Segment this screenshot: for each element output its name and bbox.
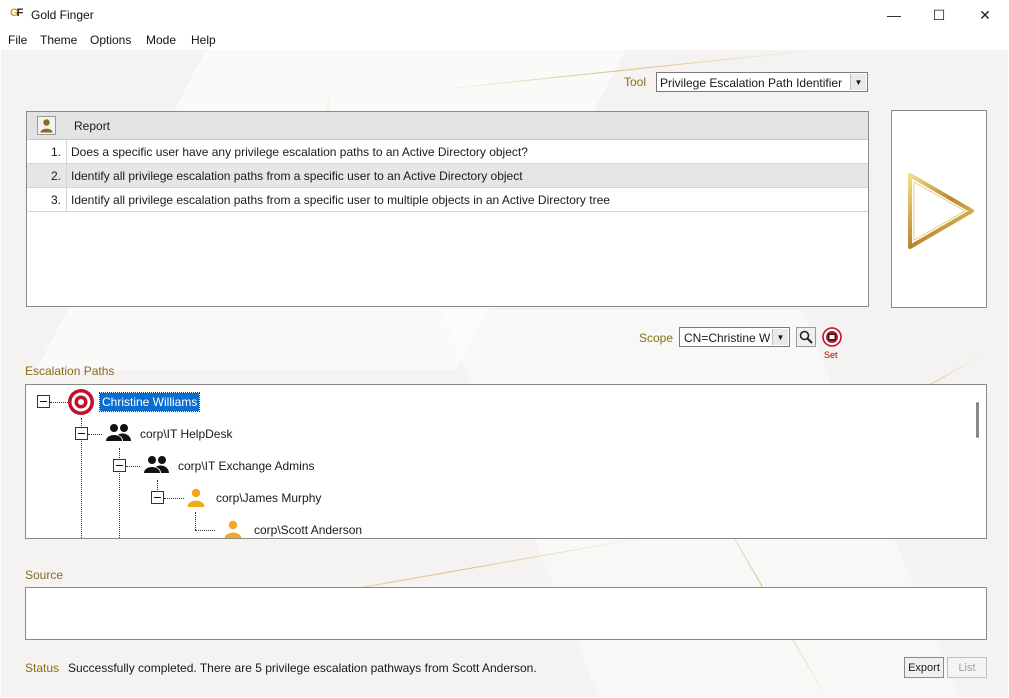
close-button[interactable]: ✕ xyxy=(962,0,1008,30)
scope-select-value: CN=Christine Williams xyxy=(684,331,770,345)
report-row-text: Does a specific user have any privilege … xyxy=(71,145,528,159)
report-row-text: Identify all privilege escalation paths … xyxy=(71,169,523,183)
report-row-number: 3. xyxy=(50,193,61,207)
report-table: Report 1. Does a specific user have any … xyxy=(26,111,869,307)
tool-select-value: Privilege Escalation Path Identifier xyxy=(660,76,843,90)
menu-bar: File Theme Options Mode Help xyxy=(0,30,1009,50)
source-label: Source xyxy=(25,568,64,582)
target-set-icon xyxy=(822,327,842,347)
title-bar: GF Gold Finger — ☐ ✕ xyxy=(0,0,1009,30)
app-logo-icon: GF xyxy=(10,7,23,19)
scope-set-label: Set xyxy=(824,350,838,360)
tree-connector xyxy=(195,530,215,531)
report-row-text: Identify all privilege escalation paths … xyxy=(71,193,610,207)
window-title: Gold Finger xyxy=(31,8,94,22)
user-icon xyxy=(187,488,205,507)
column-divider xyxy=(66,140,67,163)
group-icon xyxy=(106,424,131,441)
tree-collapse-toggle[interactable] xyxy=(75,427,88,440)
tree-connector xyxy=(164,498,184,499)
user-icon xyxy=(224,520,242,538)
scope-label: Scope xyxy=(639,331,674,345)
report-row[interactable]: 2. Identify all privilege escalation pat… xyxy=(27,164,868,188)
tree-connector xyxy=(50,402,68,403)
tree-node-label[interactable]: corp\IT HelpDesk xyxy=(140,427,232,441)
tree-connector xyxy=(157,480,158,490)
report-row-number: 2. xyxy=(50,169,61,183)
target-icon xyxy=(68,389,94,415)
tree-node-label[interactable]: Christine Williams xyxy=(98,392,201,412)
chevron-down-icon[interactable]: ▼ xyxy=(850,74,866,90)
menu-options[interactable]: Options xyxy=(90,33,131,47)
export-button[interactable]: Export xyxy=(904,657,944,678)
column-divider xyxy=(66,164,67,187)
report-column-header: Report xyxy=(74,119,111,133)
tree-node-label[interactable]: corp\Scott Anderson xyxy=(254,523,362,537)
tree-node-label[interactable]: corp\James Murphy xyxy=(216,491,321,505)
list-button[interactable]: List xyxy=(947,657,987,678)
chevron-down-icon[interactable]: ▼ xyxy=(772,329,788,345)
minimize-button[interactable]: — xyxy=(871,0,917,30)
tree-collapse-toggle[interactable] xyxy=(37,395,50,408)
menu-theme[interactable]: Theme xyxy=(40,33,77,47)
tree-collapse-toggle[interactable] xyxy=(113,459,126,472)
menu-mode[interactable]: Mode xyxy=(146,33,176,47)
scrollbar-thumb[interactable] xyxy=(976,402,979,438)
run-button[interactable] xyxy=(891,110,987,308)
tree-connector xyxy=(88,434,102,435)
tree-connector xyxy=(195,512,196,530)
scope-search-button[interactable] xyxy=(796,327,816,347)
status-label: Status xyxy=(25,661,60,675)
tree-scrollbar[interactable] xyxy=(970,385,986,538)
user-icon xyxy=(37,116,56,135)
report-row[interactable]: 3. Identify all privilege escalation pat… xyxy=(27,188,868,212)
play-icon xyxy=(908,173,974,249)
tree-node-label[interactable]: corp\IT Exchange Admins xyxy=(178,459,315,473)
tool-label: Tool xyxy=(624,75,647,89)
group-icon xyxy=(144,456,169,473)
column-divider xyxy=(66,188,67,211)
report-table-header: Report xyxy=(27,112,868,140)
status-message: Successfully completed. There are 5 priv… xyxy=(68,661,537,675)
report-row-number: 1. xyxy=(50,145,61,159)
escalation-paths-label: Escalation Paths xyxy=(25,364,115,378)
source-textbox[interactable] xyxy=(25,587,987,640)
tool-select[interactable]: Privilege Escalation Path Identifier ▼ xyxy=(656,72,868,92)
search-icon xyxy=(799,330,813,344)
maximize-button[interactable]: ☐ xyxy=(916,0,962,30)
scope-select[interactable]: CN=Christine Williams ▼ xyxy=(679,327,790,347)
escalation-tree: Christine Williams corp\IT HelpDesk corp… xyxy=(25,384,987,539)
tree-collapse-toggle[interactable] xyxy=(151,491,164,504)
tree-connector xyxy=(126,466,140,467)
menu-help[interactable]: Help xyxy=(191,33,216,47)
menu-file[interactable]: File xyxy=(8,33,27,47)
scope-set-button[interactable] xyxy=(822,327,842,347)
report-row[interactable]: 1. Does a specific user have any privile… xyxy=(27,140,868,164)
